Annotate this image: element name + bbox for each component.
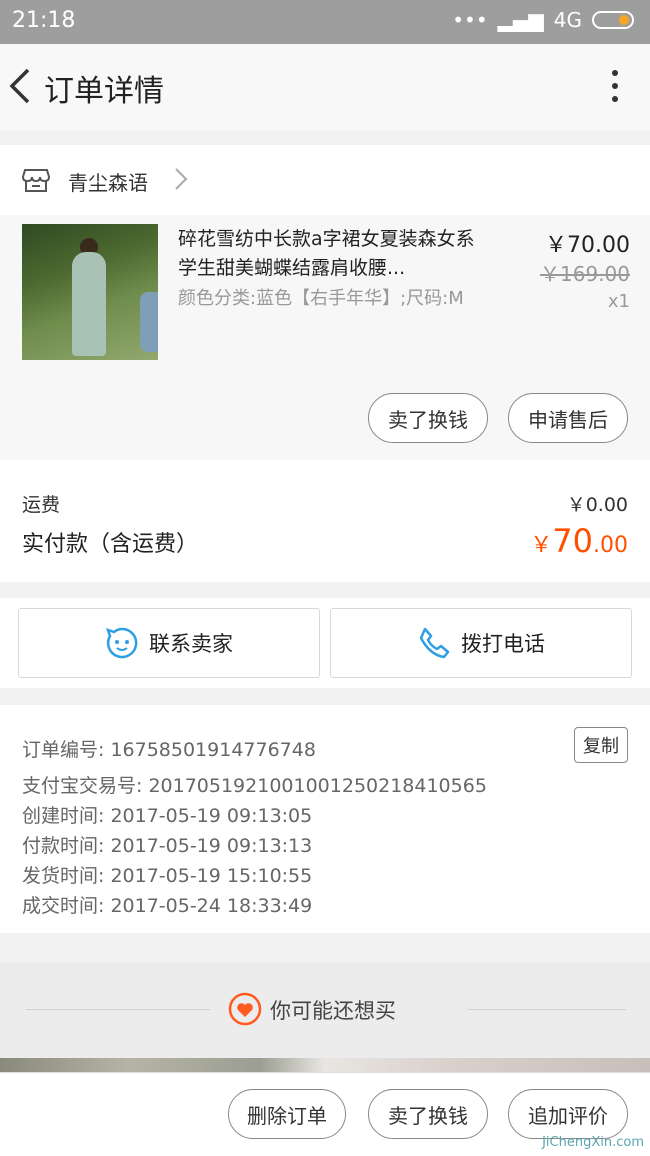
recommend-header: 你可能还想买 (0, 962, 650, 1058)
alipay-trade-number: 支付宝交易号: 2017051921001001250218410565 (22, 775, 487, 797)
shop-name: 青尘森语 (68, 171, 148, 195)
battery-icon (592, 11, 634, 29)
divider-left (26, 1009, 210, 1010)
shipping-label: 运费 (22, 494, 61, 516)
chevron-right-icon (175, 168, 188, 190)
contact-section: 联系卖家 拨打电话 (0, 598, 650, 688)
order-number: 订单编号: 1675850191477674​8 (22, 739, 316, 761)
signal-dots-icon: ••• (452, 8, 488, 32)
heart-icon (228, 992, 262, 1026)
product-price: ￥70.00 (545, 233, 630, 258)
status-time: 21:18 (12, 8, 76, 33)
sell-for-cash-button[interactable]: 卖了换钱 (368, 393, 488, 443)
paid-decimal: .00 (593, 533, 628, 558)
network-type: 4G (553, 8, 582, 32)
call-phone-label: 拨打电话 (461, 632, 545, 656)
recommend-title: 你可能还想买 (270, 999, 396, 1023)
add-review-button[interactable]: 追加评价 (508, 1089, 628, 1139)
phone-icon (419, 627, 450, 659)
paid-amount: ￥70.00 (530, 522, 628, 560)
completed-time: 成交时间: 2017-05-24 18:33:49 (22, 895, 313, 917)
status-icons: ••• ▂▄▆ 4G (452, 8, 634, 32)
chat-face-icon (106, 627, 138, 659)
nav-bar: 订单详情 (0, 44, 650, 130)
bottom-sell-for-cash-button[interactable]: 卖了换钱 (368, 1089, 488, 1139)
product-quantity: x1 (607, 291, 630, 312)
call-phone-button[interactable]: 拨打电话 (330, 608, 632, 678)
store-icon (22, 169, 50, 192)
watermark: JiChengXin.com (542, 1135, 644, 1150)
paid-label: 实付款（含运费） (22, 532, 199, 557)
shop-row[interactable]: 青尘森语 (0, 145, 650, 215)
product-original-price: ￥169.00 (540, 262, 630, 286)
created-time: 创建时间: 2017-05-19 09:13:05 (22, 805, 313, 827)
paid-currency: ￥ (530, 533, 553, 558)
page-title: 订单详情 (44, 74, 164, 109)
divider-right (468, 1009, 626, 1010)
contact-seller-button[interactable]: 联系卖家 (18, 608, 320, 678)
status-bar: 21:18 ••• ▂▄▆ 4G (0, 0, 650, 44)
shipping-value: ￥0.00 (566, 494, 628, 516)
paid-integer: 70 (552, 522, 593, 560)
bottom-action-bar: 删除订单 卖了换钱 追加评价 JiChengXin.com (0, 1072, 650, 1156)
fee-section: 运费 ￥0.00 实付款（含运费） ￥70.00 (0, 460, 650, 582)
signal-bars-icon: ▂▄▆ (497, 8, 544, 32)
paid-time: 付款时间: 2017-05-19 09:13:13 (22, 835, 313, 857)
product-image[interactable] (22, 224, 158, 360)
product-card[interactable]: 碎花雪纺中长款a字裙女夏装森女系学生甜美蝴蝶结露肩收腰... 颜色分类:蓝色【右… (0, 215, 650, 460)
product-title: 碎花雪纺中长款a字裙女夏装森女系学生甜美蝴蝶结露肩收腰... (178, 228, 475, 279)
order-info-section: 订单编号: 1675850191477674​8 复制 支付宝交易号: 2017… (0, 705, 650, 933)
copy-button[interactable]: 复制 (574, 727, 628, 763)
contact-seller-label: 联系卖家 (149, 632, 233, 656)
more-options-icon[interactable] (610, 70, 620, 106)
shipped-time: 发货时间: 2017-05-19 15:10:55 (22, 865, 313, 887)
delete-order-button[interactable]: 删除订单 (228, 1089, 346, 1139)
after-sale-button[interactable]: 申请售后 (508, 393, 628, 443)
back-arrow-icon[interactable] (6, 66, 40, 106)
product-spec: 颜色分类:蓝色【右手年华】;尺码:M (178, 288, 464, 309)
